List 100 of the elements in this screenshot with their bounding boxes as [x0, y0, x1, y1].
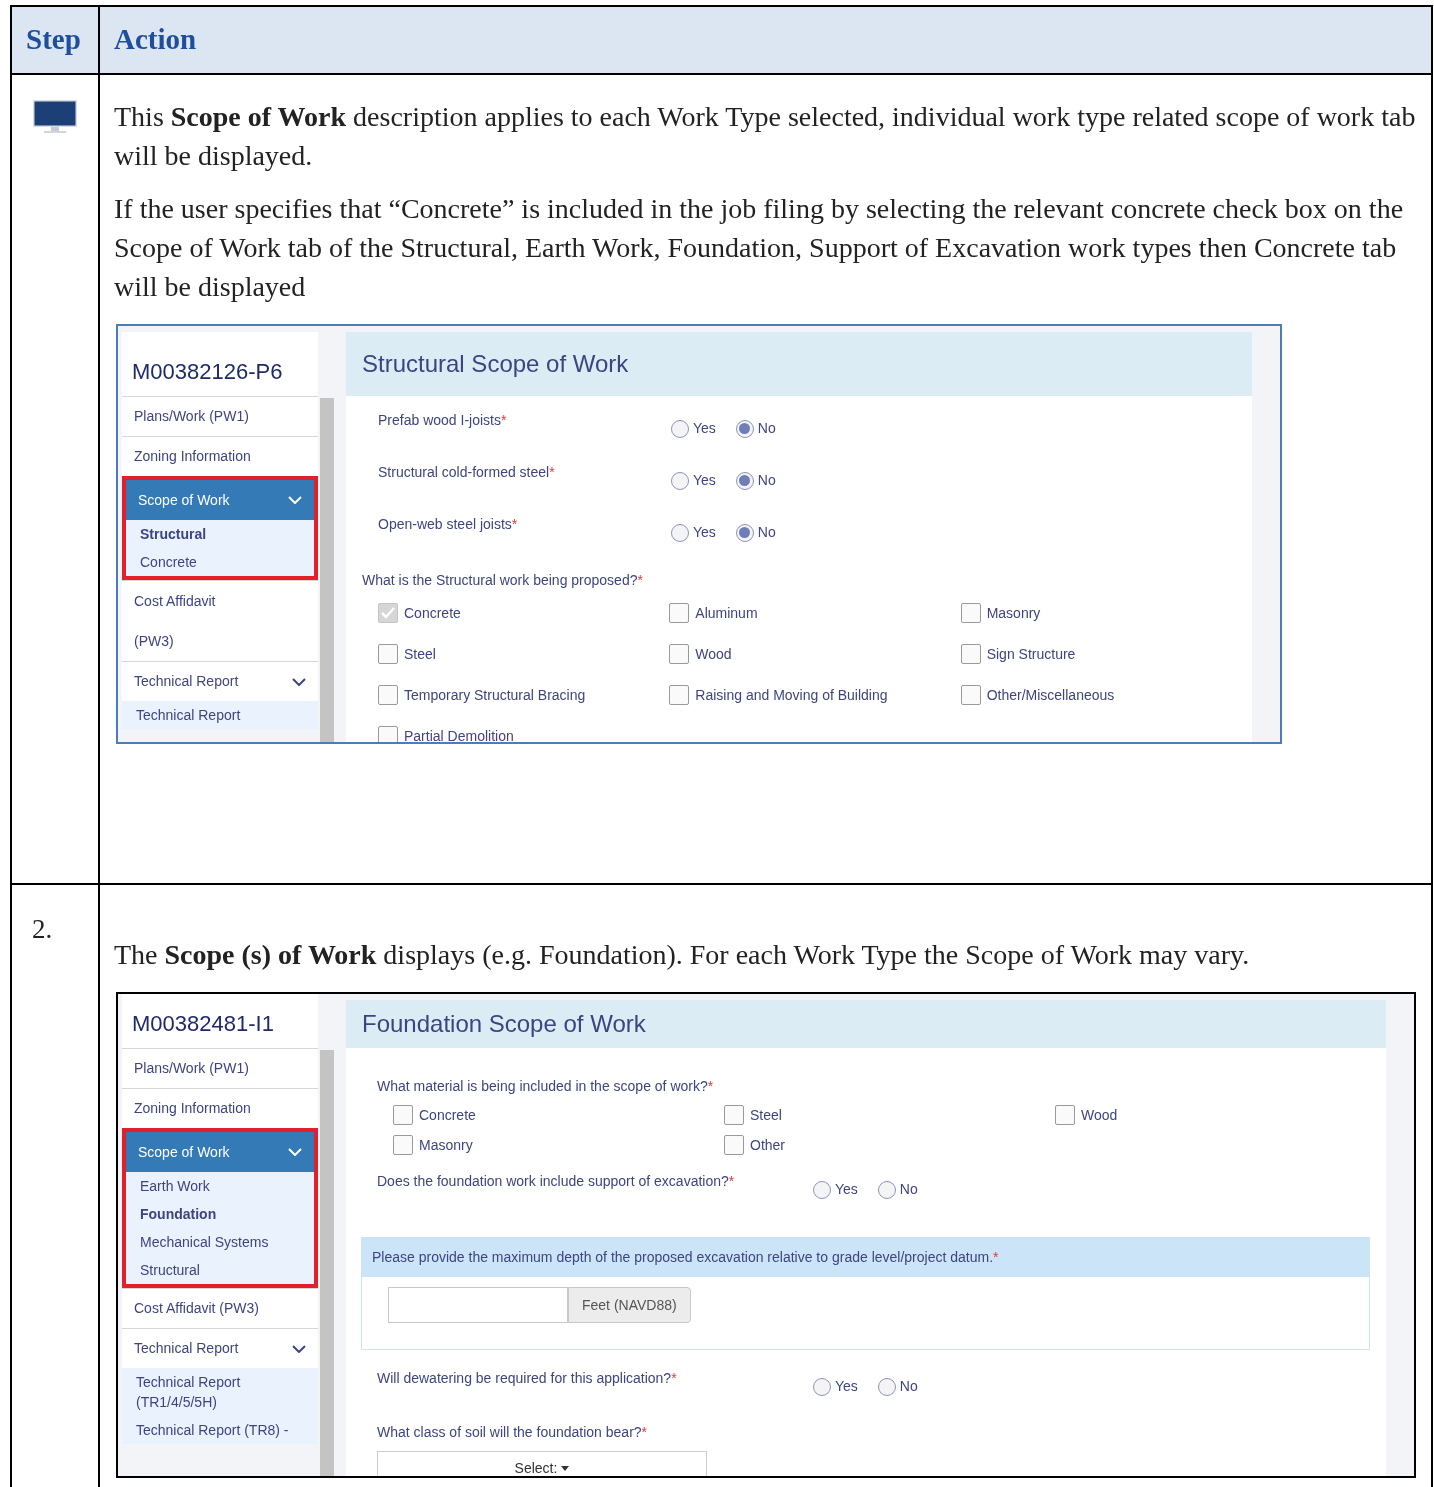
checkbox-label: Masonry [419, 1135, 473, 1155]
column-header: Step [12, 7, 100, 73]
depth-input[interactable] [388, 1287, 568, 1323]
chevron-down-icon [292, 1344, 306, 1353]
checkbox[interactable] [724, 1135, 744, 1155]
checkbox-label: Raising and Moving of Building [695, 685, 888, 705]
nav-item[interactable]: Plans/Work (PW1) [122, 396, 318, 436]
radio-button[interactable] [735, 471, 754, 490]
radio-button[interactable] [813, 1180, 831, 1199]
radio-button[interactable] [735, 523, 754, 542]
question-label: Structural cold-formed steel* [378, 463, 556, 482]
checkbox-label: Aluminum [695, 603, 758, 623]
question-label: Will dewatering be required for this application?* [377, 1369, 678, 1388]
radio-label: Yes [693, 419, 716, 438]
nav-item[interactable]: Scope of Work [126, 1132, 314, 1172]
radio-button[interactable] [877, 1180, 896, 1199]
checkbox[interactable] [669, 685, 690, 705]
scrollbar[interactable] [320, 1050, 334, 1476]
column-header: Action [113, 22, 198, 58]
checkbox-label: Steel [750, 1105, 782, 1125]
nav-subitem[interactable]: Concrete [126, 548, 314, 576]
question-label: Prefab wood I-joists* [378, 411, 508, 430]
radio-label: Yes [693, 471, 716, 490]
radio-label: Yes [693, 523, 716, 542]
nav-item[interactable]: Plans/Work (PW1) [122, 1048, 318, 1088]
radio-button[interactable] [877, 1377, 896, 1396]
soil-class-select[interactable]: Select: [377, 1451, 707, 1476]
nav-item[interactable]: Zoning Information [122, 436, 318, 476]
nav-subitem[interactable]: Technical Report [122, 701, 318, 729]
checkbox-label: Steel [404, 644, 436, 664]
checkbox-label: Concrete [419, 1105, 476, 1125]
checkbox[interactable] [724, 1105, 744, 1125]
checkbox[interactable] [378, 685, 398, 705]
radio-button[interactable] [671, 471, 689, 490]
nav-item[interactable]: Technical Report [122, 661, 318, 701]
caret-icon [561, 1465, 570, 1471]
checkbox[interactable] [960, 644, 981, 664]
scrollbar[interactable] [320, 398, 334, 742]
unit-label: Feet (NAVD88) [568, 1287, 691, 1323]
checkbox[interactable] [393, 1135, 413, 1155]
chevron-down-icon [288, 496, 302, 504]
nav-item[interactable]: Zoning Information [122, 1088, 318, 1128]
checkbox[interactable] [378, 644, 398, 664]
nav-subitem[interactable]: Structural [126, 1256, 314, 1284]
question-label: What is the Structural work being proposed?* [362, 571, 644, 590]
form-title: Foundation Scope of Work [346, 1000, 1386, 1048]
monitor-icon [32, 99, 78, 135]
nav-item[interactable]: Scope of Work [126, 480, 314, 520]
question-label: Does the foundation work include support of excavation?* [377, 1172, 736, 1191]
checkmark-icon [381, 607, 395, 619]
record-id: M00382481-I1 [122, 994, 318, 1048]
chevron-down-icon [288, 1148, 302, 1156]
nav-item[interactable]: Cost Affidavit (PW3) [122, 1288, 318, 1328]
checkbox-label: Other [750, 1135, 785, 1155]
nav-subitem[interactable]: Technical Report (TR1/4/5/5H) [122, 1368, 318, 1416]
checkbox[interactable] [378, 726, 398, 742]
record-id: M00382126-P6 [122, 332, 318, 396]
radio-label: No [899, 1377, 918, 1396]
step-number: 2. [32, 914, 53, 944]
form-title: Structural Scope of Work [346, 332, 1252, 396]
radio-label: Yes [835, 1377, 858, 1396]
paragraph: The Scope (s) of Work displays (e.g. Foundation). For each Work Type the Scope of Work may vary. [114, 938, 1251, 972]
radio-label: No [757, 471, 776, 490]
checkbox-label: Partial Demolition [404, 726, 514, 742]
checkbox-label: Temporary Structural Bracing [404, 685, 586, 705]
radio-label: No [757, 419, 776, 438]
nav-item[interactable]: Cost Affidavit (PW3) [122, 580, 318, 661]
chevron-down-icon [292, 677, 306, 686]
checkbox-label: Concrete [404, 603, 461, 623]
nav-subitem[interactable]: Technical Report (TR8) - [122, 1416, 318, 1444]
checkbox-label: Sign Structure [986, 644, 1076, 664]
radio-button[interactable] [813, 1377, 831, 1396]
checkbox-label: Other/Miscellaneous [986, 685, 1115, 705]
checkbox[interactable] [378, 603, 398, 623]
question-label: What material is being included in the scope of work?* [377, 1077, 715, 1096]
panel-heading: Please provide the maximum depth of the proposed excavation relative to grade level/project datum.* [362, 1238, 1369, 1277]
question-label: Open-web steel joists* [378, 515, 519, 534]
radio-label: No [899, 1180, 918, 1199]
checkbox-label: Wood [695, 644, 732, 664]
radio-label: No [757, 523, 776, 542]
radio-button[interactable] [735, 419, 754, 438]
checkbox[interactable] [960, 603, 981, 623]
paragraph: If the user specifies that “Concrete” is included in the job filing by selecting the relevant concrete check box on the Scope of Work tab of the Structural, Earth Work, Foundation, Support of Excavation work types then Concrete tab will be displayed [114, 192, 1405, 304]
question-label: What class of soil will the foundation bear?* [377, 1423, 649, 1442]
checkbox[interactable] [669, 603, 690, 623]
checkbox[interactable] [393, 1105, 413, 1125]
radio-button[interactable] [671, 523, 689, 542]
nav-subitem[interactable]: Earth Work [126, 1172, 314, 1200]
paragraph: This Scope of Work description applies to each Work Type selected, individual work type related scope of work tab will be displayed. [114, 100, 1417, 173]
checkbox[interactable] [1055, 1105, 1075, 1125]
nav-subitem[interactable]: Mechanical Systems [126, 1228, 314, 1256]
nav-subitem[interactable]: Foundation [126, 1200, 314, 1228]
checkbox[interactable] [669, 644, 690, 664]
checkbox[interactable] [960, 685, 981, 705]
checkbox-label: Wood [1081, 1105, 1118, 1125]
checkbox-label: Masonry [986, 603, 1041, 623]
radio-label: Yes [835, 1180, 858, 1199]
nav-subitem[interactable]: Structural [126, 520, 314, 548]
radio-button[interactable] [671, 419, 689, 438]
nav-item[interactable]: Technical Report [122, 1328, 318, 1368]
